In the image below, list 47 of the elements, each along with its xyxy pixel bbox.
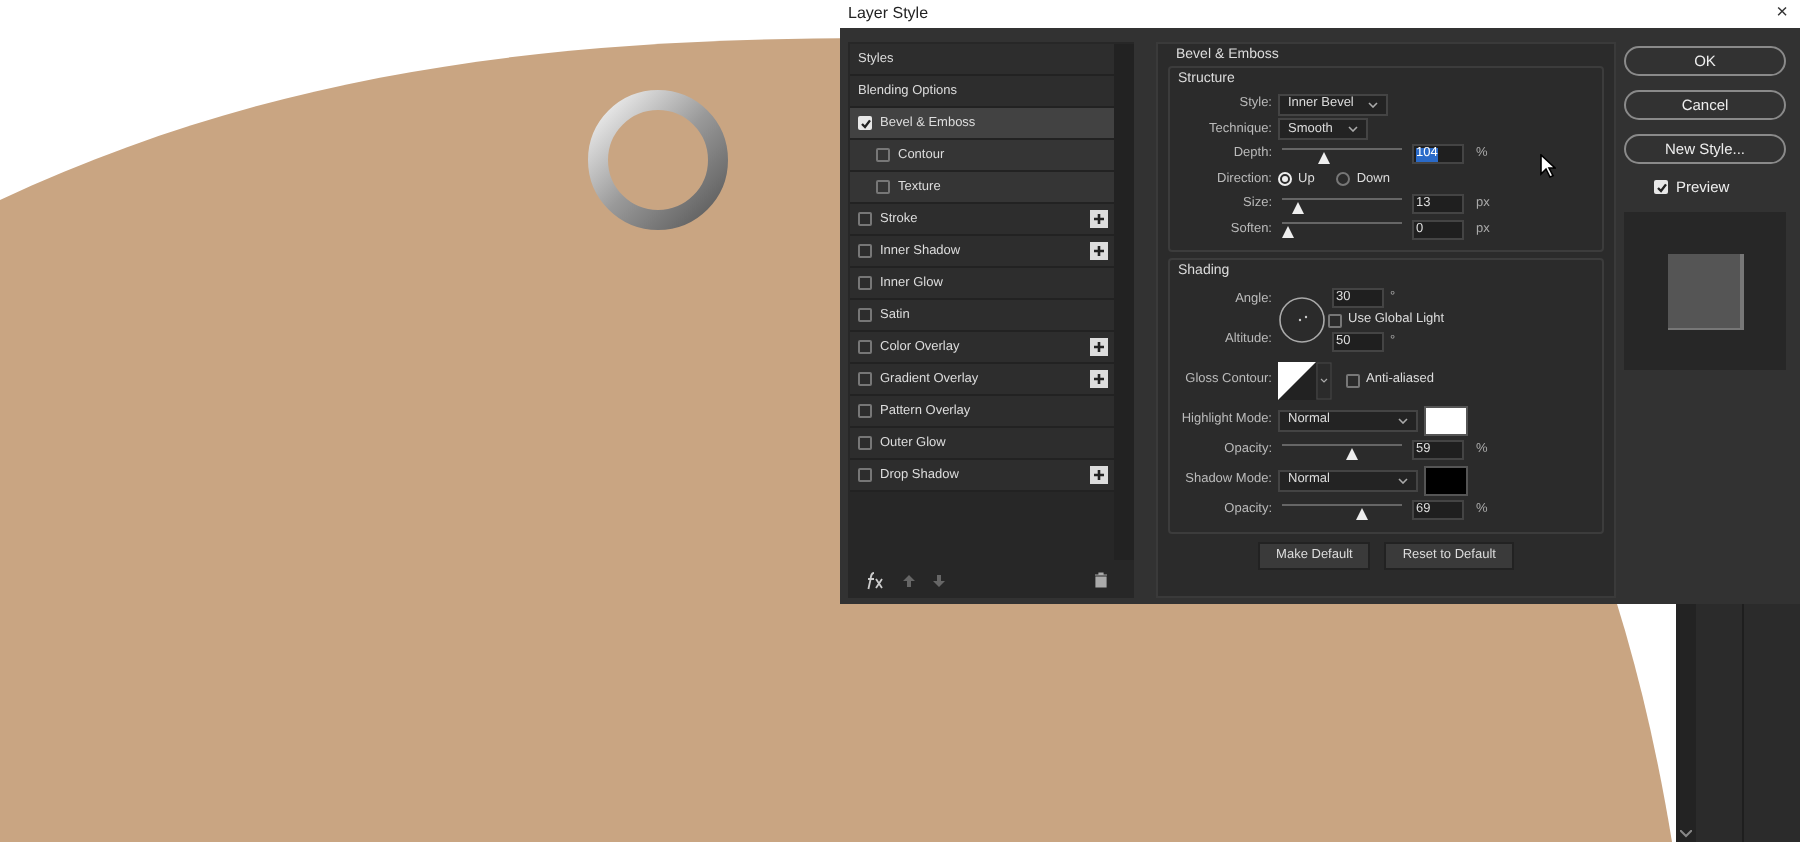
window-title: Layer Style — [848, 2, 929, 26]
checkbox[interactable] — [876, 148, 890, 162]
ring-drawing — [586, 88, 730, 232]
contour-picker[interactable] — [1278, 361, 1332, 399]
angle-dial[interactable] — [1278, 296, 1326, 344]
slider[interactable] — [1282, 145, 1402, 164]
checkbox[interactable] — [858, 276, 872, 290]
checkbox[interactable] — [858, 244, 872, 258]
checkbox[interactable] — [858, 436, 872, 450]
chevron-down-icon — [1398, 477, 1408, 483]
checkbox[interactable] — [1328, 313, 1342, 327]
preview-swatch — [1667, 253, 1743, 330]
add-icon[interactable] — [1090, 210, 1108, 228]
add-icon[interactable] — [1090, 242, 1108, 260]
slider-thumb[interactable] — [1345, 447, 1358, 459]
preview-checkbox[interactable] — [1654, 180, 1668, 195]
arrow-down-icon[interactable] — [932, 573, 946, 587]
scrollbar[interactable] — [1114, 44, 1134, 560]
checkbox[interactable] — [858, 212, 872, 226]
checkbox[interactable] — [876, 180, 890, 194]
slider[interactable] — [1282, 220, 1402, 239]
checkbox[interactable] — [858, 308, 872, 322]
chevron-down-icon[interactable] — [1680, 830, 1692, 838]
checkbox[interactable] — [858, 116, 872, 130]
slider-thumb[interactable] — [1282, 226, 1294, 239]
add-icon[interactable] — [1090, 338, 1108, 356]
slider[interactable] — [1282, 195, 1402, 214]
pointer-icon — [1540, 154, 1556, 178]
trash-icon[interactable] — [1094, 572, 1108, 588]
chevron-down-icon — [1368, 101, 1378, 108]
add-icon[interactable] — [1090, 466, 1108, 484]
color-swatch[interactable] — [1424, 405, 1468, 435]
close-button[interactable]: × — [1772, 4, 1792, 24]
chevron-down-icon — [1348, 126, 1358, 133]
slider-thumb[interactable] — [1356, 507, 1369, 519]
slider[interactable] — [1282, 441, 1402, 459]
add-icon[interactable] — [1090, 370, 1108, 388]
chevron-down-icon — [1398, 417, 1408, 423]
checkbox[interactable] — [858, 468, 872, 482]
checkbox[interactable] — [858, 372, 872, 386]
arrow-up-icon[interactable] — [902, 573, 916, 587]
checkbox[interactable] — [1346, 373, 1360, 387]
checkbox[interactable] — [858, 340, 872, 354]
checkbox[interactable] — [858, 404, 872, 418]
color-swatch[interactable] — [1424, 465, 1468, 495]
slider[interactable] — [1282, 501, 1402, 519]
fx-icon[interactable] — [866, 571, 886, 589]
